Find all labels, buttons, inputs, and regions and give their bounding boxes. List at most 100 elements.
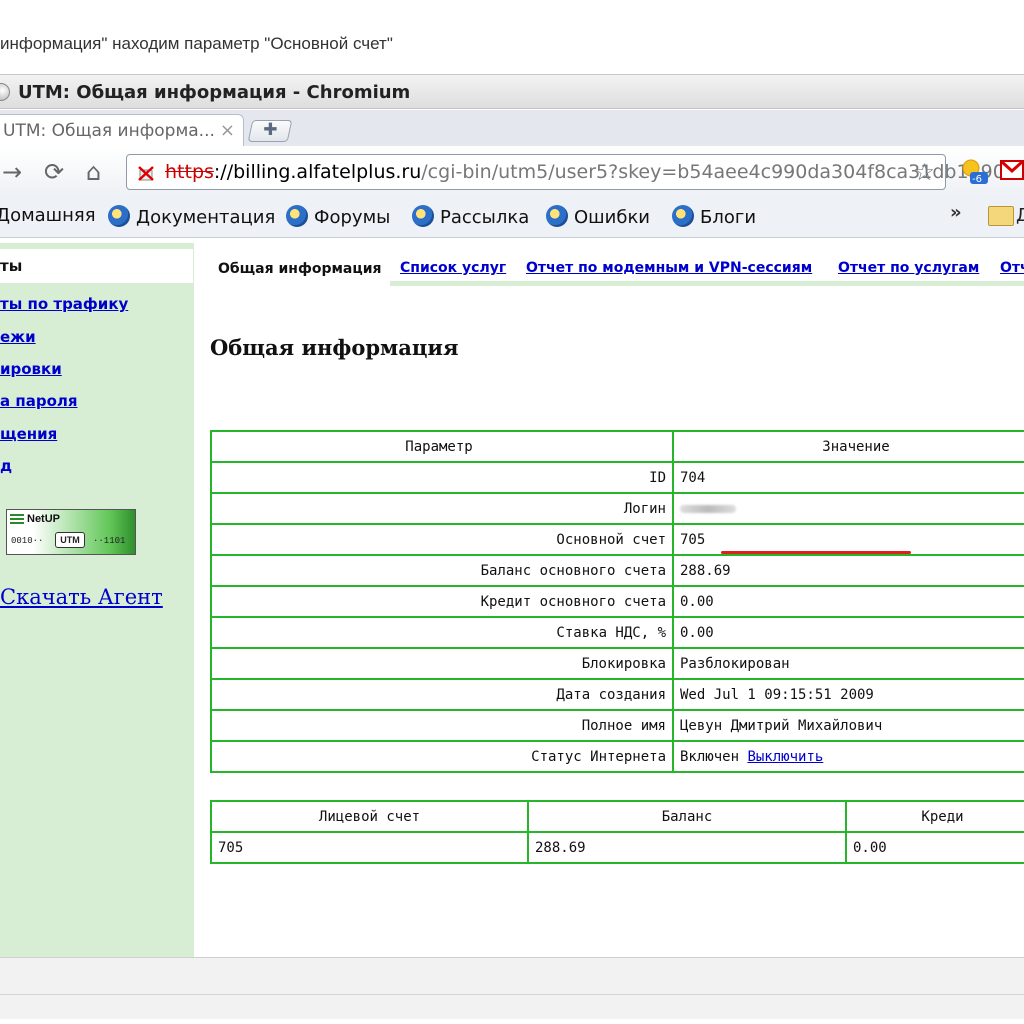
bookmark-label: Форумы — [314, 207, 391, 228]
globe-icon — [108, 205, 130, 227]
divider — [0, 994, 1024, 995]
bookmark-item[interactable]: Ошибки — [546, 205, 650, 228]
forward-icon[interactable]: → — [2, 158, 22, 186]
sidebar-link-password[interactable]: а пароля — [0, 392, 78, 410]
reload-icon[interactable]: ⟳ — [44, 158, 64, 186]
table-row: Полное имя Цевун Дмитрий Михайлович — [210, 709, 1024, 742]
weather-extension-icon[interactable]: -6 — [958, 156, 988, 186]
tab-service-report[interactable]: Отчет по услугам — [838, 260, 979, 276]
logo-grid-icon — [10, 514, 24, 526]
table-header-row: Параметр Значение — [210, 430, 1024, 463]
bookmarks-overflow-icon[interactable]: » — [950, 202, 962, 223]
param-cell: Блокировка — [210, 647, 674, 680]
sidebar-link-payments[interactable]: ежи — [0, 328, 36, 346]
url-host: ://billing.alfatelplus.ru — [213, 161, 422, 183]
value-cell: 0.00 — [672, 616, 1024, 649]
table-row: Логин — [210, 492, 1024, 525]
tab-general-info[interactable]: Общая информация — [210, 251, 390, 285]
highlight-underline — [721, 551, 911, 554]
tutorial-caption: информация" находим параметр "Основной с… — [0, 34, 393, 53]
status-bar — [0, 957, 1024, 1019]
bookmarks-bar: Домашняя Документация Форумы Рассылка Ош… — [0, 196, 1024, 238]
window-titlebar: UTM: Общая информация - Chromium — [0, 75, 1024, 109]
param-cell: Логин — [210, 492, 674, 525]
internet-status: Включен — [680, 748, 740, 765]
tab-more[interactable]: Отч — [1000, 260, 1024, 276]
folder-icon[interactable] — [988, 206, 1014, 226]
main-content: Общая информация Список услуг Отчет по м… — [194, 243, 1024, 957]
value-cell: Разблокирован — [672, 647, 1024, 680]
redacted-login — [680, 504, 736, 513]
tab-services[interactable]: Список услуг — [400, 260, 506, 276]
bookmark-star-icon[interactable]: ☆ — [913, 158, 935, 186]
browser-tab-label: UTM: Общая информа... — [3, 121, 215, 141]
sidebar-link-traffic[interactable]: ты по трафику — [0, 295, 128, 313]
table-row: Баланс основного счета 288.69 — [210, 554, 1024, 587]
download-agent-link[interactable]: Скачать Агент — [0, 585, 163, 609]
bookmark-label: Домашняя — [0, 205, 96, 226]
table-row: Блокировка Разблокирован — [210, 647, 1024, 680]
tab-label: Общая информация — [218, 261, 382, 277]
address-bar[interactable]: https://billing.alfatelplus.ru/cgi-bin/u… — [126, 154, 1005, 190]
column-header-balance: Баланс — [527, 800, 847, 833]
table-row: ID 704 — [210, 461, 1024, 494]
bookmark-label: Ошибки — [574, 207, 651, 228]
table-header-row: Лицевой счет Баланс Креди — [210, 800, 1024, 833]
sidebar-item-label: ты — [0, 257, 23, 275]
account-cell: 705 — [210, 831, 529, 864]
insecure-lock-icon[interactable] — [137, 163, 155, 181]
window-title: UTM: Общая информация - Chromium — [18, 82, 411, 103]
column-header-account: Лицевой счет — [210, 800, 529, 833]
bookmark-item[interactable]: Домашняя — [0, 205, 96, 226]
value-cell: Wed Jul 1 09:15:51 2009 — [672, 678, 1024, 711]
url-scheme: https — [165, 161, 214, 183]
globe-icon — [672, 205, 694, 227]
globe-icon — [286, 205, 308, 227]
sidebar: ты ты по трафику ежи ировки а пароля щен… — [0, 243, 194, 957]
tab-strip: UTM: Общая информа... × ✚ — [0, 110, 1024, 146]
window-menu-icon[interactable] — [0, 83, 10, 101]
url-text[interactable]: https://billing.alfatelplus.ru/cgi-bin/u… — [165, 161, 1005, 183]
disable-internet-link[interactable]: Выключить — [747, 749, 823, 765]
bookmark-item[interactable]: Рассылка — [412, 205, 529, 228]
logo-brand: NetUP — [27, 513, 61, 525]
browser-toolbar: → ⟳ ⌂ https://billing.alfatelplus.ru/cgi… — [0, 146, 1024, 196]
bookmark-item[interactable]: Блоги — [672, 205, 756, 228]
bookmark-label: Блоги — [700, 207, 757, 228]
browser-window: UTM: Общая информация - Chromium UTM: Об… — [0, 74, 1024, 1019]
tab-vpn-sessions[interactable]: Отчет по модемным и VPN-сессиям — [526, 260, 812, 276]
param-cell: Полное имя — [210, 709, 674, 742]
extension-badge: -6 — [972, 174, 982, 185]
logo-bits-left: 0010·· — [11, 536, 44, 546]
browser-tab[interactable]: UTM: Общая информа... × — [0, 114, 244, 146]
param-cell: Дата создания — [210, 678, 674, 711]
close-tab-icon[interactable]: × — [220, 120, 235, 141]
gmail-extension-icon[interactable] — [1000, 158, 1024, 182]
sidebar-item-active[interactable]: ты — [0, 249, 194, 283]
globe-icon — [412, 205, 434, 227]
column-header-credit: Креди — [845, 800, 1024, 833]
bookmark-label: Рассылка — [440, 207, 530, 228]
logo-bits-right: ··1101 — [93, 536, 126, 546]
value-cell: 288.69 — [672, 554, 1024, 587]
value-cell: 704 — [672, 461, 1024, 494]
bookmark-item[interactable]: Документация — [108, 205, 275, 228]
home-icon[interactable]: ⌂ — [86, 158, 101, 186]
tab-underline-bar — [390, 281, 1024, 286]
value-cell — [672, 492, 1024, 525]
new-tab-button[interactable]: ✚ — [247, 120, 293, 142]
value-cell: 0.00 — [672, 585, 1024, 618]
globe-icon — [546, 205, 568, 227]
value-cell: Включен Выключить — [672, 740, 1024, 773]
sidebar-link-exit[interactable]: д — [0, 457, 12, 475]
sidebar-link-messages[interactable]: щения — [0, 425, 57, 443]
credit-cell: 0.00 — [845, 831, 1024, 864]
param-cell: Баланс основного счета — [210, 554, 674, 587]
table-row: 705 288.69 0.00 — [210, 831, 1024, 864]
sidebar-link-blocks[interactable]: ировки — [0, 360, 62, 378]
param-cell: Ставка НДС, % — [210, 616, 674, 649]
bookmark-item[interactable]: Форумы — [286, 205, 390, 228]
plus-icon: ✚ — [263, 120, 278, 140]
balance-cell: 288.69 — [527, 831, 847, 864]
other-bookmarks-label[interactable]: Д — [1016, 205, 1024, 226]
